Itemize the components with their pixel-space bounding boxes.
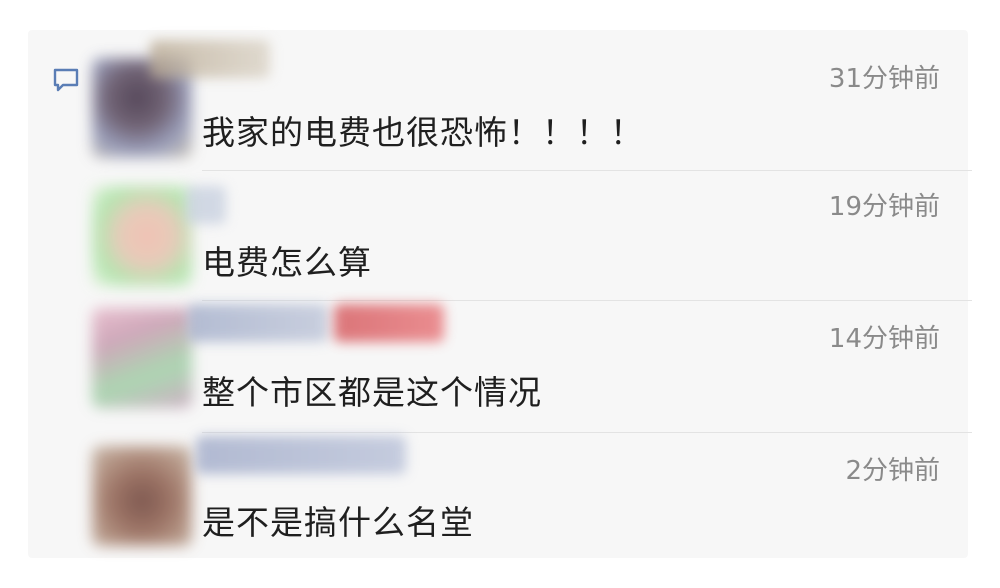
comment-text: 我家的电费也很恐怖！！！！ xyxy=(202,113,644,152)
username-blurred[interactable] xyxy=(150,40,270,78)
comment-item: 14分钟前 整个市区都是这个情况 xyxy=(0,294,1000,430)
avatar[interactable] xyxy=(92,308,192,408)
comment-item: 2分钟前 是不是搞什么名堂 xyxy=(0,430,1000,558)
comment-text: 是不是搞什么名堂 xyxy=(202,503,474,542)
comment-item: 31分钟前 我家的电费也很恐怖！！！！ xyxy=(0,40,1000,170)
comment-item: 19分钟前 电费怎么算 xyxy=(0,172,1000,302)
comment-text: 整个市区都是这个情况 xyxy=(202,373,542,412)
avatar[interactable] xyxy=(92,186,192,286)
username-blurred[interactable] xyxy=(186,186,226,224)
comment-text: 电费怎么算 xyxy=(202,243,372,282)
comment-time: 2分钟前 xyxy=(845,456,940,486)
comment-time: 19分钟前 xyxy=(828,192,940,222)
comment-time: 31分钟前 xyxy=(828,64,940,94)
username-blurred[interactable] xyxy=(188,304,328,342)
comment-time: 14分钟前 xyxy=(828,324,940,354)
divider xyxy=(202,170,972,171)
avatar[interactable] xyxy=(92,446,192,546)
username-blurred[interactable] xyxy=(196,436,406,474)
username-blurred-part[interactable] xyxy=(334,304,444,342)
